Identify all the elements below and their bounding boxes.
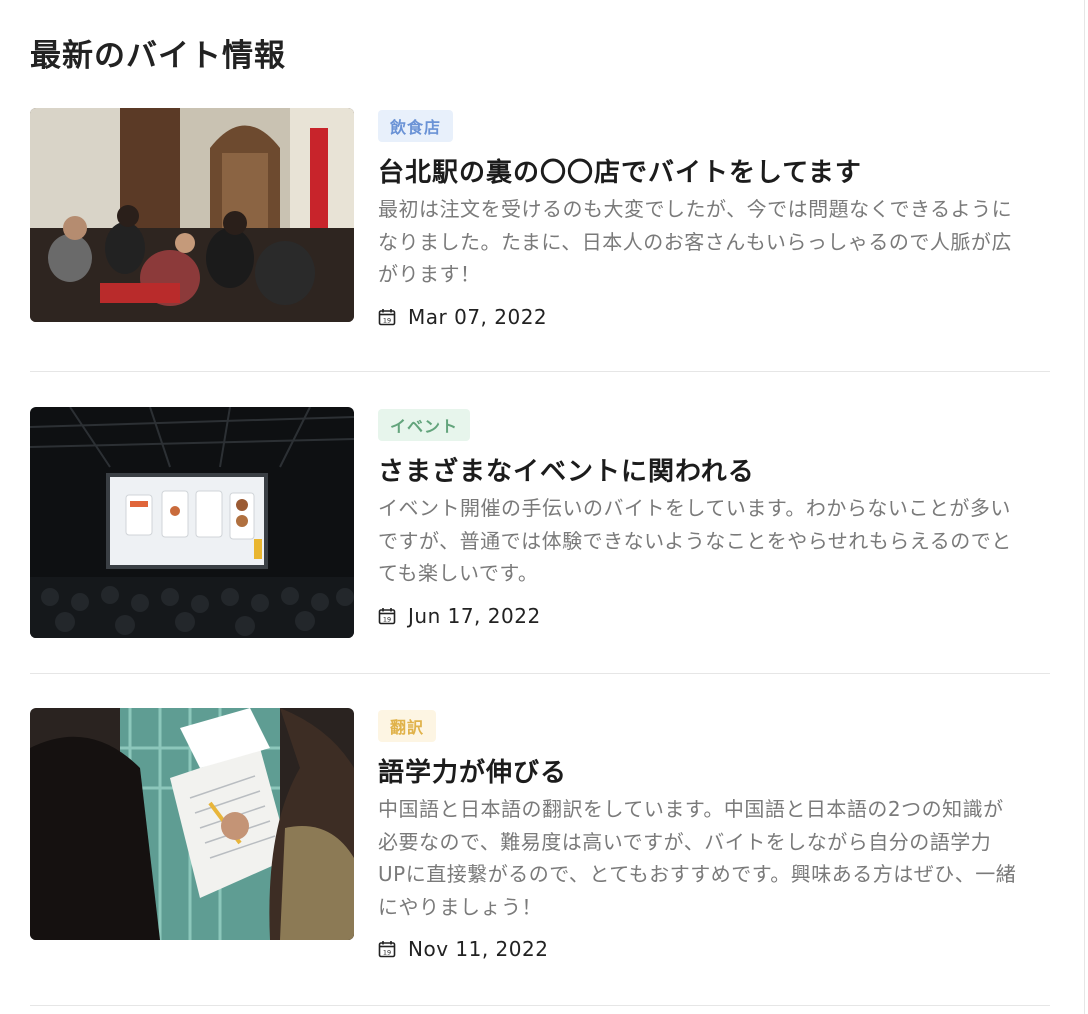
article-date: Nov 11, 2022: [408, 937, 549, 961]
article-meta: 19 Nov 11, 2022: [378, 937, 1050, 961]
article-title[interactable]: さまざまなイベントに関われる: [378, 451, 1050, 488]
excerpt-line: ですが、普通では体験できないようなことをやらせれもらえるのでと: [378, 528, 1012, 553]
calendar-icon-number: 19: [383, 949, 391, 957]
article-content: 翻訳 語学力が伸びる 中国語と日本語の翻訳をしています。中国語と日本語の2つの知…: [378, 708, 1050, 961]
divider: [30, 1005, 1050, 1006]
article-excerpt: イベント開催の手伝いのバイトをしています。わからないことが多い ですが、普通では…: [378, 492, 1050, 590]
category-badge[interactable]: 飲食店: [378, 110, 454, 142]
excerpt-line: UPに直接繋がるので、とてもおすすめです。興味ある方はぜひ、一緒: [378, 862, 1017, 886]
article-meta: 19 Jun 17, 2022: [378, 604, 1050, 628]
translation-work-photo: [30, 708, 354, 940]
excerpt-line: ても楽しいです。: [378, 561, 539, 585]
excerpt-line: 最初は注文を受けるのも大変でしたが、今では問題なくできるように: [378, 197, 1013, 221]
article-title[interactable]: 台北駅の裏の〇〇店でバイトをしてます: [378, 152, 1050, 189]
calendar-icon: 19: [378, 607, 396, 624]
excerpt-line: イベント開催の手伝いのバイトをしています。わからないことが多い: [378, 496, 1011, 520]
event-presentation-photo: [30, 407, 354, 638]
page-title: 最新のバイト情報: [30, 38, 286, 74]
article-thumbnail-restaurant[interactable]: [30, 108, 354, 322]
article-excerpt: 中国語と日本語の翻訳をしています。中国語と日本語の2つの知識が 必要なので、難易…: [378, 793, 1050, 923]
excerpt-line: 必要なので、難易度は高いですが、バイトをしながら自分の語学力: [378, 829, 992, 854]
article-content: 飲食店 台北駅の裏の〇〇店でバイトをしてます 最初は注文を受けるのも大変でしたが…: [378, 108, 1050, 329]
category-badge[interactable]: 翻訳: [378, 710, 437, 742]
article-content: イベント さまざまなイベントに関われる イベント開催の手伝いのバイトをしています…: [378, 407, 1050, 628]
divider: [30, 371, 1050, 372]
calendar-icon: 19: [378, 941, 396, 958]
excerpt-line: なりました。たまに、日本人のお客さんもいらっしゃるので人脈が広: [378, 229, 1012, 254]
article-date: Mar 07, 2022: [408, 304, 548, 329]
right-edge-border: [1084, 0, 1085, 1014]
calendar-icon-number: 19: [383, 316, 391, 324]
excerpt-line: にやりましょう！: [378, 894, 542, 919]
article-thumbnail-translation[interactable]: [30, 708, 354, 940]
article-excerpt: 最初は注文を受けるのも大変でしたが、今では問題なくできるように なりました。たま…: [378, 193, 1050, 291]
category-badge[interactable]: イベント: [378, 409, 471, 441]
article-thumbnail-event[interactable]: [30, 407, 354, 638]
restaurant-photo: [30, 108, 354, 322]
divider: [30, 673, 1050, 674]
article-date: Jun 17, 2022: [408, 603, 541, 628]
calendar-icon: 19: [378, 308, 396, 325]
calendar-icon-number: 19: [383, 615, 391, 623]
article-meta: 19 Mar 07, 2022: [378, 305, 1050, 329]
excerpt-line: がります！: [378, 262, 481, 286]
article-title[interactable]: 語学力が伸びる: [378, 752, 1050, 789]
excerpt-line: 中国語と日本語の翻訳をしています。中国語と日本語の2つの知識が: [378, 797, 1004, 821]
